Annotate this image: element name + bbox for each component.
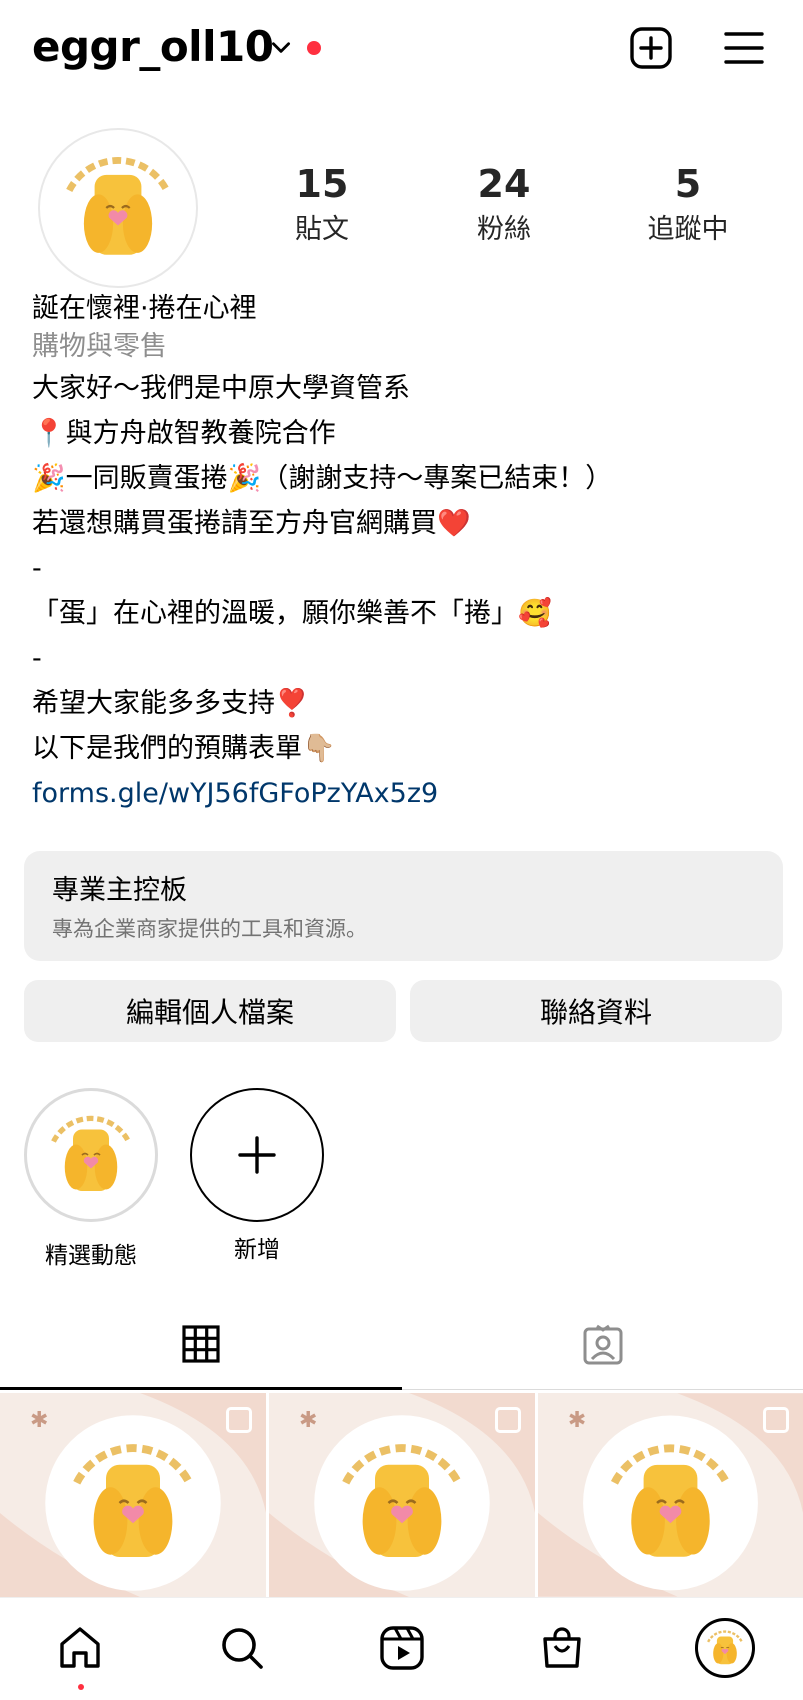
dashboard-title: 專業主控板 [52,875,187,906]
following-count-label: 追蹤中 [647,214,729,245]
post-thumbnail[interactable]: ✱ [538,1393,803,1597]
home-notification-dot [78,1684,84,1690]
profile-avatar[interactable] [38,128,198,288]
bio-text-line: 📍與方舟啟智教養院合作 [32,418,336,449]
followers-count-label: 粉絲 [477,214,531,245]
new-highlight-label: 新增 [234,1237,280,1263]
bio-text-line: 希望大家能多多支持❣️ [32,688,309,719]
svg-text:✱: ✱ [299,1408,317,1433]
posts-count-label: 貼文 [295,214,349,245]
egg-roll-logo-icon [40,130,196,286]
bio-text-line: 大家好～我們是中原大學資管系 [32,373,410,404]
nav-profile[interactable] [695,1618,755,1678]
home-icon [60,1627,100,1668]
chevron-down-icon[interactable] [268,34,294,60]
professional-dashboard-card[interactable]: 專業主控板 專為企業商家提供的工具和資源。 [24,851,783,961]
svg-text:✱: ✱ [568,1408,586,1433]
highlight-label: 精選動態 [45,1243,137,1269]
bio-text-line: 以下是我們的預購表單👇🏼 [32,733,336,764]
following-count-value: 5 [674,162,702,206]
nav-search[interactable] [214,1620,270,1676]
followers-count[interactable]: 24 粉絲 [434,162,574,250]
plus-square-icon[interactable] [629,26,673,70]
search-icon [222,1628,263,1669]
profile-tabs [0,1300,803,1390]
grid-icon [182,1324,220,1363]
username-switcher[interactable]: eggr_oll10 [32,22,274,71]
bio-text-line: - [32,643,42,674]
highlight-item[interactable]: 精選動態 [16,1088,166,1270]
tab-posts-grid[interactable] [0,1300,402,1390]
notification-dot [307,41,321,55]
post-thumbnail[interactable]: ✱ [0,1393,266,1597]
multiple-posts-icon [495,1407,521,1433]
category-label: 購物與零售 [32,331,167,362]
following-count[interactable]: 5 追蹤中 [618,162,758,250]
edit-profile-button[interactable]: 編輯個人檔案 [24,980,396,1042]
posts-count[interactable]: 15 貼文 [252,162,392,250]
avatar-icon [698,1621,752,1675]
top-bar: eggr_oll10 [0,0,803,100]
reels-icon [380,1626,424,1670]
nav-home[interactable] [52,1620,108,1676]
bio-text-line: 「蛋」在心裡的溫暖，願你樂善不「捲」🥰 [32,598,552,629]
contact-info-button[interactable]: 聯絡資料 [410,980,782,1042]
bottom-navigation [0,1597,803,1700]
egg-roll-logo-icon [31,1095,151,1215]
hamburger-menu-icon[interactable] [722,26,766,70]
multiple-posts-icon [763,1407,789,1433]
post-thumbnail[interactable]: ✱ [269,1393,535,1597]
svg-text:✱: ✱ [30,1408,48,1433]
bio-text-line: 🎉一同販賣蛋捲🎉（謝謝支持～專案已結束！） [32,463,613,494]
profile-bio: 誕在懷裡·捲在心裡 購物與零售 大家好～我們是中原大學資管系 📍與方舟啟智教養院… [32,290,782,816]
highlight-cover [24,1088,158,1222]
nav-shop[interactable] [534,1620,590,1676]
display-name: 誕在懷裡·捲在心裡 [32,293,257,324]
posts-count-value: 15 [295,162,349,206]
bio-text-line: 若還想購買蛋捲請至方舟官網購買❤️ [32,508,471,539]
nav-reels[interactable] [374,1620,430,1676]
bio-link[interactable]: forms.gle/wYJ56fGFoPzYAx5z9 [32,771,782,816]
plus-icon [238,1136,276,1174]
new-highlight-circle [190,1088,324,1222]
new-highlight-button[interactable]: 新增 [182,1088,332,1264]
bio-text-line: - [32,553,42,584]
shopping-bag-icon [543,1627,581,1668]
multiple-posts-icon [226,1407,252,1433]
dashboard-subtitle: 專為企業商家提供的工具和資源。 [52,917,367,941]
tab-tagged[interactable] [402,1300,803,1390]
tagged-person-icon [583,1324,623,1364]
followers-count-value: 24 [477,162,531,206]
